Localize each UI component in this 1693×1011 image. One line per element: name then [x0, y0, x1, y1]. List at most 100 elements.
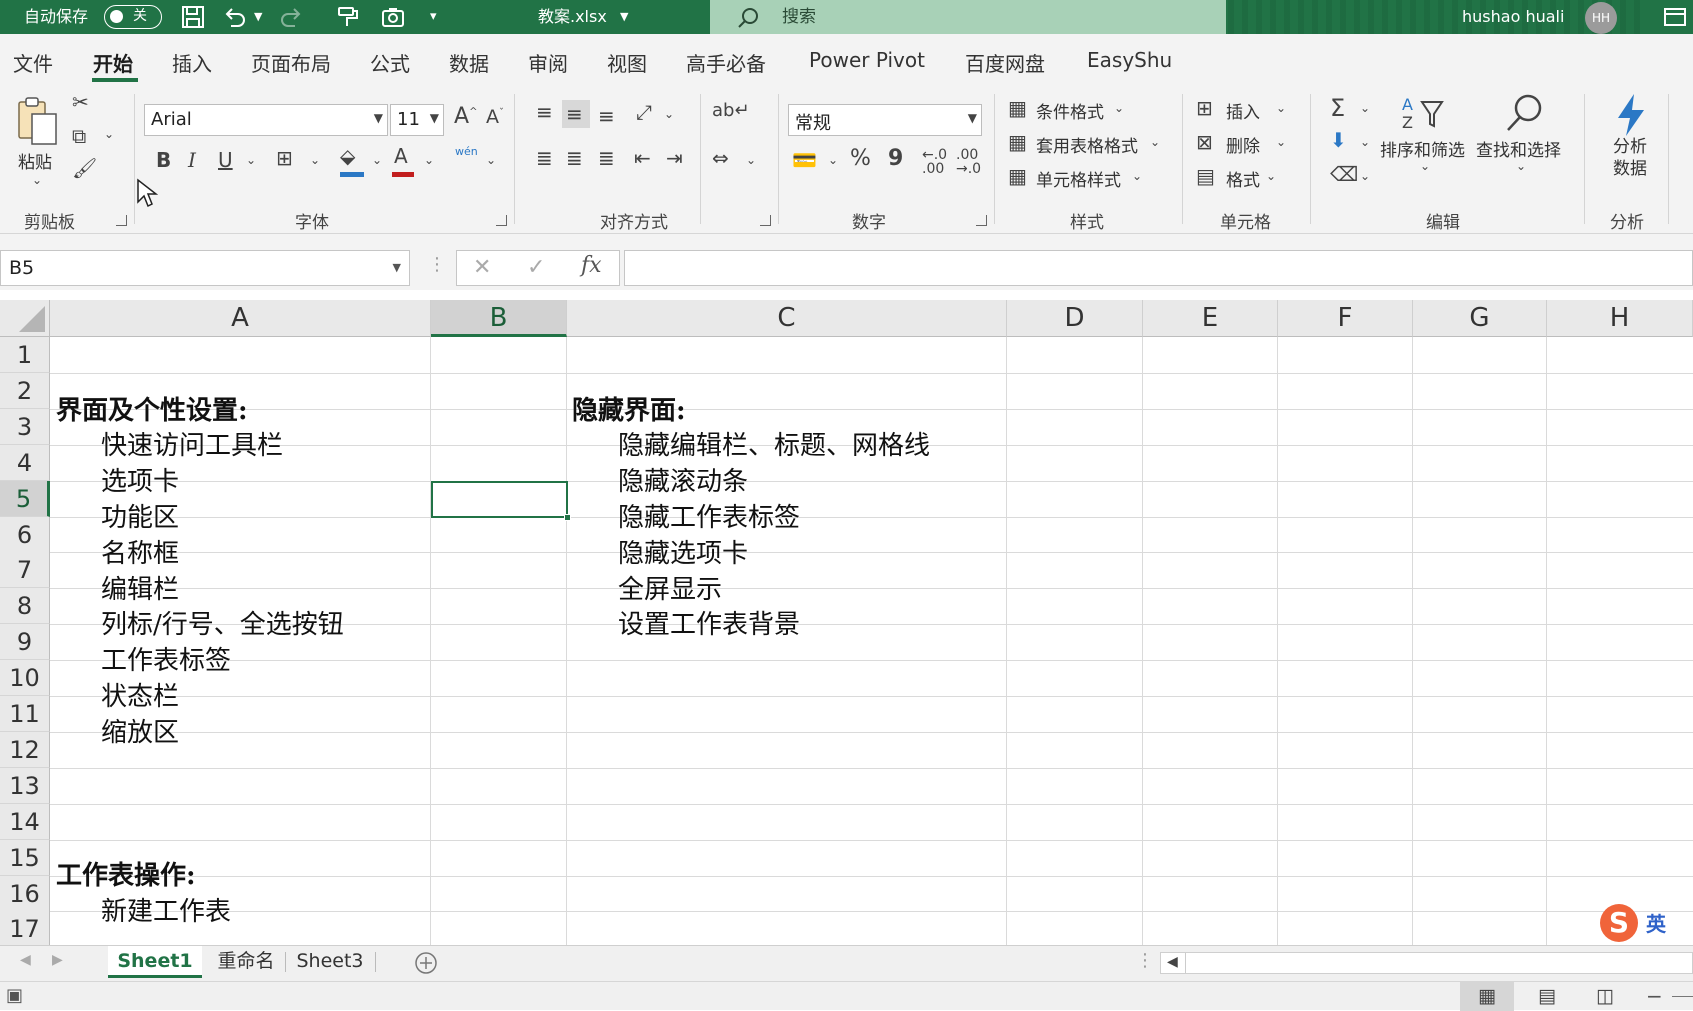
- tab-expert[interactable]: 高手必备: [686, 48, 766, 77]
- find-select-icon[interactable]: [1502, 92, 1546, 136]
- align-left-icon[interactable]: ≣: [536, 148, 553, 168]
- tab-formulas[interactable]: 公式: [370, 48, 410, 77]
- sort-filter-button[interactable]: 排序和筛选: [1380, 136, 1465, 161]
- row-header-8[interactable]: 8: [0, 588, 50, 625]
- tab-baidu-pan[interactable]: 百度网盘: [965, 48, 1045, 77]
- conditional-format-icon[interactable]: ▦: [1008, 98, 1027, 118]
- cell-c7[interactable]: 隐藏选项卡: [618, 536, 748, 572]
- underline-dropdown-icon[interactable]: ⌄: [246, 154, 256, 166]
- border-icon[interactable]: ⊞: [276, 148, 293, 168]
- cut-icon[interactable]: ✂: [72, 92, 89, 112]
- border-dropdown-icon[interactable]: ⌄: [310, 154, 320, 166]
- font-size-select[interactable]: 11 ▼: [390, 104, 444, 136]
- cell-c8[interactable]: 全屏显示: [618, 572, 722, 608]
- search-box[interactable]: 搜索: [710, 0, 1226, 34]
- cell-c5[interactable]: 隐藏滚动条: [618, 464, 748, 500]
- copy-icon[interactable]: ⧉: [72, 126, 86, 146]
- tab-page-layout[interactable]: 页面布局: [251, 48, 331, 77]
- cell-a7[interactable]: 名称框: [101, 536, 179, 572]
- increase-decimal-icon[interactable]: ←.0.00: [922, 148, 947, 176]
- column-header-c[interactable]: C: [567, 300, 1007, 337]
- tab-split-handle-icon[interactable]: ⋮: [1136, 950, 1154, 971]
- cell-c4[interactable]: 隐藏编辑栏、标题、网格线: [618, 428, 930, 464]
- sheet-tab-rename[interactable]: 重命名: [206, 946, 286, 978]
- format-cells-icon[interactable]: ▤: [1196, 166, 1215, 186]
- cell-a5[interactable]: 选项卡: [101, 464, 179, 500]
- column-header-d[interactable]: D: [1007, 300, 1143, 337]
- fill-color-icon[interactable]: ⬙: [340, 146, 355, 166]
- next-sheet-icon[interactable]: ▶: [52, 952, 63, 968]
- cell-a12[interactable]: 缩放区: [101, 715, 179, 751]
- insert-cells-icon[interactable]: ⊞: [1196, 98, 1213, 118]
- zoom-slider[interactable]: [1672, 996, 1693, 997]
- find-select-button[interactable]: 查找和选择: [1476, 136, 1561, 161]
- column-header-b[interactable]: B: [431, 300, 567, 337]
- accounting-dropdown-icon[interactable]: ⌄: [828, 154, 838, 166]
- decrease-indent-icon[interactable]: ⇤: [634, 148, 651, 168]
- row-header-6[interactable]: 6: [0, 516, 50, 553]
- table-format-icon[interactable]: ▦: [1008, 132, 1027, 152]
- worksheet-grid[interactable]: ABCDEFGH 1 2 3 4 5 6 7 8 9 10 11 12 13 14 15 16 17 界面及个性…: [0, 300, 1693, 945]
- column-header-h[interactable]: H: [1547, 300, 1693, 337]
- decrease-font-icon[interactable]: Aˇ: [486, 108, 504, 127]
- file-name[interactable]: 教案.xlsx: [538, 0, 607, 34]
- sheet-tab-sheet1[interactable]: Sheet1: [108, 946, 202, 978]
- align-top-icon[interactable]: ≡: [536, 102, 553, 122]
- row-header-5[interactable]: 5: [0, 480, 50, 517]
- row-header-9[interactable]: 9: [0, 624, 50, 661]
- tab-easyshu[interactable]: EasyShu: [1087, 48, 1172, 72]
- row-header-15[interactable]: 15: [0, 839, 50, 876]
- column-header-g[interactable]: G: [1413, 300, 1547, 337]
- save-icon[interactable]: [180, 4, 206, 30]
- ime-indicator[interactable]: S 英: [1600, 902, 1693, 942]
- row-header-1[interactable]: 1: [0, 337, 50, 373]
- selected-cell-b5[interactable]: [431, 481, 571, 521]
- comma-button[interactable]: 9: [888, 148, 903, 170]
- format-as-table-button[interactable]: 套用表格格式: [1036, 132, 1138, 157]
- orientation-icon[interactable]: ⤢: [636, 102, 652, 122]
- column-header-a[interactable]: A: [50, 300, 431, 337]
- row-header-7[interactable]: 7: [0, 552, 50, 589]
- camera-icon[interactable]: [380, 4, 406, 30]
- cell-a17[interactable]: 新建工作表: [101, 894, 231, 930]
- autosum-icon[interactable]: Σ: [1330, 96, 1345, 120]
- insert-cells-button[interactable]: 插入: [1226, 98, 1260, 123]
- clipboard-launcher-icon[interactable]: [116, 215, 127, 226]
- number-format-select[interactable]: 常规 ▼: [788, 104, 982, 136]
- format-cells-button[interactable]: 格式: [1226, 166, 1260, 191]
- paste-label[interactable]: 粘贴: [18, 148, 52, 173]
- undo-icon[interactable]: [222, 4, 248, 30]
- user-name[interactable]: hushao huali: [1462, 0, 1564, 34]
- format-painter-icon[interactable]: [336, 4, 362, 30]
- fill-dropdown-icon[interactable]: ⌄: [1360, 136, 1370, 148]
- row-header-12[interactable]: 12: [0, 731, 50, 768]
- formula-input[interactable]: [624, 250, 1693, 286]
- cell-styles-button[interactable]: 单元格样式: [1036, 166, 1121, 191]
- copy-dropdown-icon[interactable]: ⌄: [104, 128, 114, 140]
- prev-sheet-icon[interactable]: ◀: [20, 952, 31, 968]
- cell-a8[interactable]: 编辑栏: [101, 572, 179, 608]
- page-layout-view-icon[interactable]: ▤: [1520, 982, 1574, 1011]
- autosave-toggle[interactable]: 关: [104, 5, 162, 29]
- row-header-17[interactable]: 17: [0, 911, 50, 945]
- normal-view-icon[interactable]: ▦: [1460, 982, 1514, 1011]
- fill-icon[interactable]: ⬇: [1330, 130, 1347, 150]
- cell-a11[interactable]: 状态栏: [101, 679, 179, 715]
- wrap-text-icon[interactable]: ab↵: [712, 102, 750, 120]
- format-painter-ribbon-icon[interactable]: 🖌: [72, 158, 97, 178]
- analyze-data-button[interactable]: 分析数据: [1610, 136, 1650, 180]
- cell-c9[interactable]: 设置工作表背景: [618, 607, 800, 643]
- add-sheet-icon[interactable]: [414, 951, 438, 975]
- align-right-icon[interactable]: ≣: [598, 148, 615, 168]
- tab-review[interactable]: 审阅: [528, 48, 568, 77]
- sheet-tab-sheet3[interactable]: Sheet3: [290, 946, 370, 978]
- avatar[interactable]: HH: [1585, 2, 1617, 34]
- align-center-icon[interactable]: ≣: [566, 148, 583, 168]
- accounting-icon[interactable]: 💳: [792, 150, 817, 170]
- table-format-dropdown-icon[interactable]: ⌄: [1150, 136, 1160, 148]
- tab-file[interactable]: 文件: [13, 48, 53, 77]
- sort-filter-icon[interactable]: A Z: [1400, 94, 1446, 134]
- chevron-down-icon[interactable]: ▼: [393, 261, 401, 274]
- ribbon-display-icon[interactable]: [1662, 4, 1688, 30]
- row-header-4[interactable]: 4: [0, 444, 50, 481]
